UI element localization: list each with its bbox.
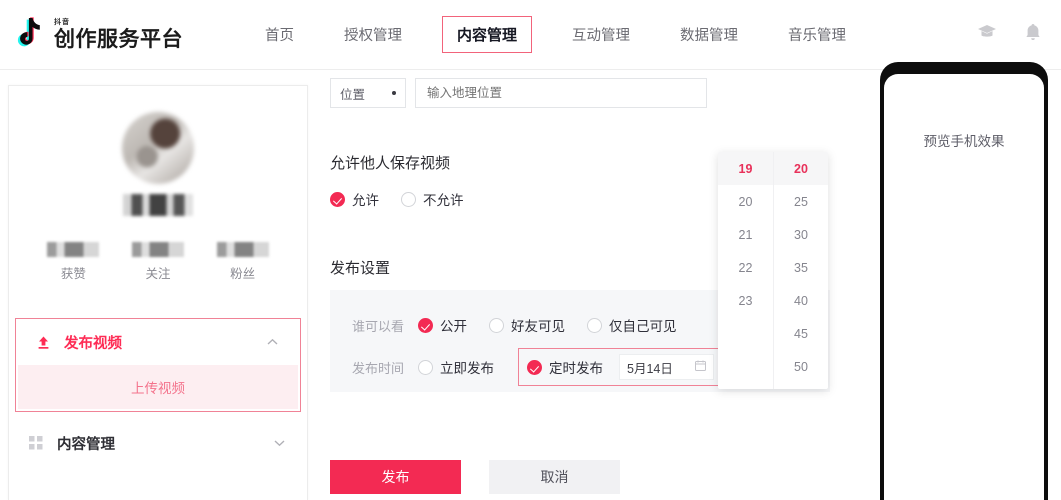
location-input[interactable] bbox=[415, 78, 707, 108]
radio-checked-icon bbox=[527, 359, 542, 375]
location-select[interactable]: 位置 bbox=[330, 78, 406, 108]
nav-item-music[interactable]: 音乐管理 bbox=[778, 0, 856, 70]
grid-icon bbox=[27, 436, 45, 450]
radio-visibility-public[interactable]: 公开 bbox=[418, 315, 467, 335]
radio-disallow-save-label: 不允许 bbox=[423, 193, 464, 208]
form-actions: 发布 取消 bbox=[330, 460, 620, 494]
time-picker-dropdown: 19 20 21 22 23 20 25 30 35 40 45 50 55 bbox=[718, 152, 828, 389]
stat-fans: 粉丝 bbox=[208, 242, 278, 282]
nav-active-highlight: 内容管理 bbox=[442, 16, 533, 53]
radio-checked-icon bbox=[418, 317, 433, 333]
chevron-down-icon[interactable] bbox=[274, 436, 285, 450]
stat-likes-value bbox=[47, 242, 100, 257]
cancel-button[interactable]: 取消 bbox=[489, 460, 620, 494]
chevron-up-icon[interactable] bbox=[267, 335, 278, 349]
nav-item-data[interactable]: 数据管理 bbox=[670, 0, 748, 70]
app-root: 抖音 创作服务平台 首页 授权管理 内容管理 互动管理 数据管理 音乐管理 获赞… bbox=[0, 0, 1061, 500]
sidebar-item-publish-video[interactable]: 发布视频 bbox=[16, 319, 300, 365]
radio-allow-save[interactable]: 允许 bbox=[330, 189, 379, 209]
time-cell-minute[interactable]: 30 bbox=[774, 218, 828, 251]
radio-publish-now-label: 立即发布 bbox=[440, 361, 494, 376]
sidebar-item-content-management-label: 内容管理 bbox=[57, 436, 115, 453]
radio-publish-scheduled[interactable]: 定时发布 bbox=[527, 357, 603, 377]
brand-logo-group[interactable]: 抖音 创作服务平台 bbox=[12, 16, 183, 54]
time-cell-hour[interactable]: 19 bbox=[718, 152, 773, 185]
radio-publish-now[interactable]: 立即发布 bbox=[418, 357, 494, 377]
stat-following: 关注 bbox=[123, 242, 193, 282]
stat-following-label: 关注 bbox=[145, 267, 171, 281]
location-row: 位置 bbox=[330, 78, 870, 108]
nav-item-home[interactable]: 首页 bbox=[255, 0, 304, 70]
sidebar-group-publish-highlight: 发布视频 上传视频 bbox=[15, 318, 301, 412]
time-cell-minute[interactable]: 40 bbox=[774, 284, 828, 317]
douyin-note-icon bbox=[12, 16, 46, 54]
upload-icon bbox=[34, 335, 52, 350]
time-picker-minutes-column[interactable]: 20 25 30 35 40 45 50 55 bbox=[773, 152, 828, 389]
bell-icon[interactable] bbox=[1023, 22, 1043, 42]
nav-item-authorization[interactable]: 授权管理 bbox=[334, 0, 412, 70]
stat-fans-value bbox=[216, 242, 269, 257]
sidebar-item-content-management[interactable]: 内容管理 bbox=[9, 420, 307, 466]
publish-button[interactable]: 发布 bbox=[330, 460, 461, 494]
radio-unchecked-icon bbox=[587, 317, 602, 333]
username-blurred bbox=[123, 194, 193, 216]
radio-visibility-friends-label: 好友可见 bbox=[511, 319, 565, 334]
time-cell-minute[interactable]: 20 bbox=[774, 152, 828, 185]
time-cell-hour[interactable]: 21 bbox=[718, 218, 773, 251]
radio-unchecked-icon bbox=[401, 191, 416, 207]
nav-item-content-label: 内容管理 bbox=[457, 27, 518, 44]
time-cell-minute[interactable]: 50 bbox=[774, 350, 828, 383]
nav-item-content[interactable]: 内容管理 bbox=[442, 0, 533, 70]
nav-item-interaction[interactable]: 互动管理 bbox=[562, 0, 640, 70]
time-cell-hour[interactable]: 20 bbox=[718, 185, 773, 218]
main-nav: 首页 授权管理 内容管理 互动管理 数据管理 音乐管理 bbox=[255, 0, 856, 70]
sidebar-item-publish-video-label: 发布视频 bbox=[64, 335, 122, 352]
radio-visibility-private[interactable]: 仅自己可见 bbox=[587, 315, 677, 335]
radio-checked-icon bbox=[330, 191, 345, 207]
stat-likes: 获赞 bbox=[38, 242, 108, 282]
phone-preview-label: 预览手机效果 bbox=[923, 134, 1005, 149]
time-picker-hours-column[interactable]: 19 20 21 22 23 bbox=[718, 152, 773, 389]
stat-fans-label: 粉丝 bbox=[230, 267, 256, 281]
scheduled-date-input[interactable]: 5月14日 bbox=[619, 354, 714, 380]
visibility-label: 谁可以看 bbox=[352, 318, 405, 334]
time-cell-minute[interactable]: 35 bbox=[774, 251, 828, 284]
profile-card: 获赞 关注 粉丝 bbox=[9, 86, 307, 282]
graduation-cap-icon[interactable] bbox=[977, 22, 997, 42]
radio-visibility-private-label: 仅自己可见 bbox=[609, 319, 677, 334]
stat-following-value bbox=[131, 242, 184, 257]
sidebar-subitem-upload-video[interactable]: 上传视频 bbox=[18, 365, 298, 409]
radio-unchecked-icon bbox=[489, 317, 504, 333]
calendar-icon bbox=[695, 360, 706, 374]
sidebar: 获赞 关注 粉丝 发布视频 上传视频 内容管理 bbox=[8, 85, 308, 500]
time-cell-hour[interactable]: 23 bbox=[718, 284, 773, 317]
radio-publish-scheduled-label: 定时发布 bbox=[549, 361, 603, 376]
scheduled-date-value: 5月14日 bbox=[627, 361, 673, 376]
location-select-label: 位置 bbox=[340, 87, 366, 102]
app-header: 抖音 创作服务平台 首页 授权管理 内容管理 互动管理 数据管理 音乐管理 bbox=[0, 0, 1061, 70]
brand-subtitle: 抖音 bbox=[54, 18, 70, 26]
time-cell-minute[interactable]: 25 bbox=[774, 185, 828, 218]
time-cell-minute[interactable]: 55 bbox=[774, 383, 828, 389]
time-cell-hour[interactable]: 22 bbox=[718, 251, 773, 284]
radio-unchecked-icon bbox=[418, 359, 433, 375]
brand-title: 创作服务平台 bbox=[54, 27, 183, 51]
phone-preview-frame bbox=[880, 62, 1048, 500]
radio-allow-save-label: 允许 bbox=[352, 193, 379, 208]
sidebar-menu: 发布视频 上传视频 内容管理 bbox=[9, 318, 307, 466]
publish-time-label: 发布时间 bbox=[352, 360, 405, 376]
time-cell-minute[interactable]: 45 bbox=[774, 317, 828, 350]
stat-likes-label: 获赞 bbox=[60, 267, 86, 281]
radio-visibility-public-label: 公开 bbox=[440, 319, 467, 334]
scheduled-publish-highlight: 定时发布 5月14日 bbox=[518, 348, 723, 386]
radio-visibility-friends[interactable]: 好友可见 bbox=[489, 315, 565, 335]
radio-disallow-save[interactable]: 不允许 bbox=[401, 189, 464, 209]
chevron-down-icon bbox=[392, 91, 396, 95]
avatar[interactable] bbox=[122, 112, 194, 184]
profile-stats: 获赞 关注 粉丝 bbox=[31, 242, 285, 282]
header-icon-group bbox=[977, 22, 1043, 42]
